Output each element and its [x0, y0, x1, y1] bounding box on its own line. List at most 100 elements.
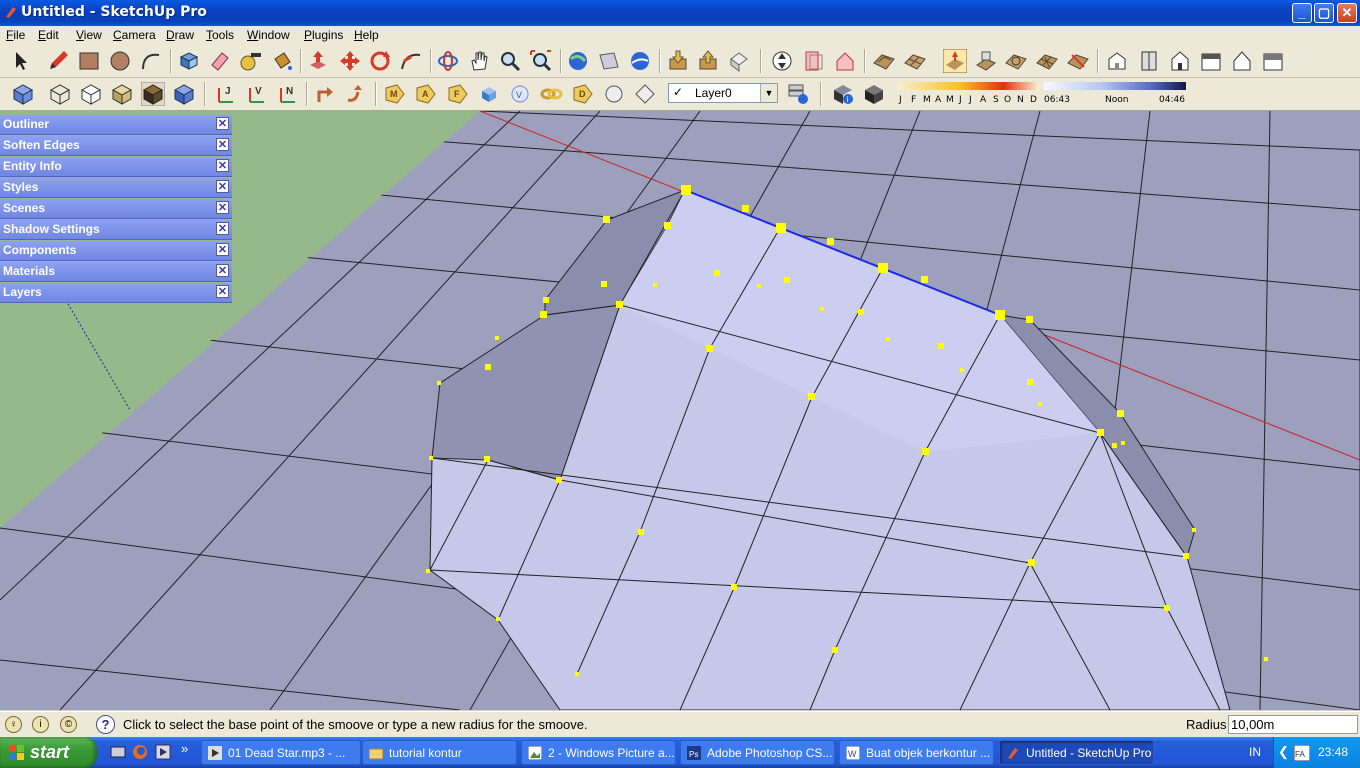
- chevron-down-icon[interactable]: ▼: [760, 84, 777, 102]
- sandbox-from-contours-icon[interactable]: [872, 49, 896, 73]
- pencil-icon[interactable]: [46, 49, 70, 73]
- back-view-icon[interactable]: [1230, 49, 1254, 73]
- display-section-icon[interactable]: [802, 49, 826, 73]
- media-player-icon[interactable]: [155, 744, 171, 760]
- shaded-textures-icon[interactable]: [141, 82, 165, 106]
- axes-n-icon[interactable]: N: [275, 82, 299, 106]
- quick-launch-more[interactable]: »: [181, 741, 188, 756]
- close-icon[interactable]: ✕: [216, 285, 229, 298]
- xray-icon[interactable]: [11, 82, 35, 106]
- redo-icon[interactable]: [344, 82, 368, 106]
- tray-item-entity-info[interactable]: Entity Info ✕: [0, 157, 232, 177]
- iso-view-icon[interactable]: [1105, 49, 1129, 73]
- front-view-icon[interactable]: [1168, 49, 1192, 73]
- minimize-button[interactable]: _: [1292, 3, 1312, 23]
- layer-select[interactable]: ✓ Layer0 ▼: [668, 83, 778, 103]
- menu-file[interactable]: File: [6, 28, 25, 42]
- smoove-icon[interactable]: [943, 49, 967, 73]
- rectangle-icon[interactable]: [77, 49, 101, 73]
- push-pull-icon[interactable]: [306, 49, 330, 73]
- close-icon[interactable]: ✕: [216, 264, 229, 277]
- tape-measure-icon[interactable]: [239, 49, 263, 73]
- tag-d-icon[interactable]: D: [571, 82, 595, 106]
- taskbar-item-picture-viewer[interactable]: 2 - Windows Picture a...: [521, 740, 676, 765]
- follow-me-icon[interactable]: [399, 49, 423, 73]
- help-icon[interactable]: ?: [96, 715, 115, 734]
- share-model-icon[interactable]: [597, 49, 621, 73]
- menu-tools[interactable]: Tools: [206, 28, 234, 42]
- left-view-icon[interactable]: [1261, 49, 1285, 73]
- start-button[interactable]: start: [0, 737, 97, 768]
- hidden-line-icon[interactable]: [79, 82, 103, 106]
- zoom-extents-icon[interactable]: [529, 49, 553, 73]
- tray-item-styles[interactable]: Styles ✕: [0, 178, 232, 198]
- close-icon[interactable]: ✕: [216, 117, 229, 130]
- monochrome-icon[interactable]: [172, 82, 196, 106]
- credits-icon[interactable]: i: [32, 716, 49, 733]
- zoom-icon[interactable]: [498, 49, 522, 73]
- wireframe-icon[interactable]: [48, 82, 72, 106]
- menu-edit[interactable]: Edit: [38, 28, 59, 42]
- axes-j-icon[interactable]: J: [213, 82, 237, 106]
- tray-item-scenes[interactable]: Scenes ✕: [0, 199, 232, 219]
- sphere-icon[interactable]: V: [508, 82, 532, 106]
- select-icon[interactable]: [8, 49, 32, 73]
- export-icon[interactable]: [696, 49, 720, 73]
- arc-icon[interactable]: [139, 49, 163, 73]
- tag-a-icon[interactable]: A: [414, 82, 438, 106]
- tray-item-soften-edges[interactable]: Soften Edges ✕: [0, 136, 232, 156]
- layer-manager-icon[interactable]: [786, 82, 810, 106]
- menu-draw[interactable]: Draw: [166, 28, 194, 42]
- paint-bucket-icon[interactable]: [270, 49, 294, 73]
- stamp-icon[interactable]: [974, 49, 998, 73]
- top-view-icon[interactable]: [1137, 49, 1161, 73]
- menu-camera[interactable]: Camera: [113, 28, 156, 42]
- taskbar-item-photoshop[interactable]: Ps Adobe Photoshop CS...: [680, 740, 835, 765]
- firefox-icon[interactable]: [132, 744, 148, 760]
- google-earth-icon[interactable]: [628, 49, 652, 73]
- add-detail-icon[interactable]: [1035, 49, 1059, 73]
- shadow-month-slider[interactable]: J F M A M J J A S O N D: [897, 80, 1039, 106]
- taskbar-item-media[interactable]: 01 Dead Star.mp3 - ...: [201, 740, 361, 765]
- menu-help[interactable]: Help: [354, 28, 379, 42]
- taskbar-item-word[interactable]: W Buat objek berkontur ...: [839, 740, 994, 765]
- circle-icon[interactable]: [108, 49, 132, 73]
- tray-item-outliner[interactable]: Outliner ✕: [0, 115, 232, 135]
- tray-item-layers[interactable]: Layers ✕: [0, 283, 232, 303]
- shadow-toggle-icon[interactable]: [862, 82, 886, 106]
- menu-plugins[interactable]: Plugins: [304, 28, 343, 42]
- shadow-time-slider[interactable]: 06:43 Noon 04:46: [1044, 80, 1186, 106]
- section-plane-icon[interactable]: [770, 49, 794, 73]
- close-icon[interactable]: ✕: [216, 243, 229, 256]
- drape-icon[interactable]: [1004, 49, 1028, 73]
- make-component-icon[interactable]: [177, 49, 201, 73]
- close-icon[interactable]: ✕: [216, 222, 229, 235]
- geolocation-icon[interactable]: ♀: [5, 716, 22, 733]
- orbit-icon[interactable]: [436, 49, 460, 73]
- tray-item-components[interactable]: Components ✕: [0, 241, 232, 261]
- circle-tool-icon[interactable]: [602, 82, 626, 106]
- menu-view[interactable]: View: [76, 28, 102, 42]
- undo-icon[interactable]: [313, 82, 337, 106]
- close-icon[interactable]: ✕: [216, 138, 229, 151]
- flip-edge-icon[interactable]: [1066, 49, 1090, 73]
- components-icon[interactable]: [727, 49, 751, 73]
- tray-item-shadow-settings[interactable]: Shadow Settings ✕: [0, 220, 232, 240]
- maximize-button[interactable]: ▢: [1314, 3, 1334, 23]
- import-icon[interactable]: [666, 49, 690, 73]
- user-icon[interactable]: ©: [60, 716, 77, 733]
- title-bar[interactable]: Untitled - SketchUp Pro _ ▢ ✕: [0, 0, 1360, 26]
- tag-m-icon[interactable]: M: [383, 82, 407, 106]
- radius-input[interactable]: 10,00m: [1228, 715, 1358, 734]
- pan-icon[interactable]: [467, 49, 491, 73]
- tray-app-icon[interactable]: FA: [1294, 745, 1310, 761]
- taskbar-item-folder[interactable]: tutorial kontur: [362, 740, 517, 765]
- rotate-icon[interactable]: [368, 49, 392, 73]
- show-desktop-icon[interactable]: [110, 744, 126, 760]
- axes-v-icon[interactable]: V: [244, 82, 268, 106]
- sandbox-from-scratch-icon[interactable]: [903, 49, 927, 73]
- cut-icon[interactable]: [833, 49, 857, 73]
- taskbar-item-sketchup[interactable]: Untitled - SketchUp Pro: [999, 740, 1154, 765]
- tray-item-materials[interactable]: Materials ✕: [0, 262, 232, 282]
- tag-f-icon[interactable]: F: [446, 82, 470, 106]
